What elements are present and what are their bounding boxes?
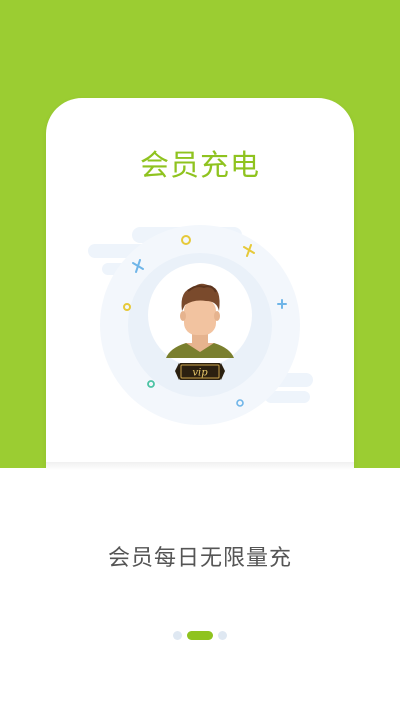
vip-badge: vip [175,363,225,380]
page-dot-3[interactable] [218,631,227,640]
page-dot-2-active[interactable] [187,631,213,640]
bottom-panel [0,468,400,711]
feature-caption: 会员每日无限量充 [107,546,292,571]
page-title: 会员充电 [139,148,260,182]
svg-text:vip: vip [192,368,208,379]
card-bottom-shadow [46,462,354,470]
page-indicator [0,631,400,640]
vip-illustration: vip [88,225,313,425]
page-dot-1[interactable] [173,631,182,640]
